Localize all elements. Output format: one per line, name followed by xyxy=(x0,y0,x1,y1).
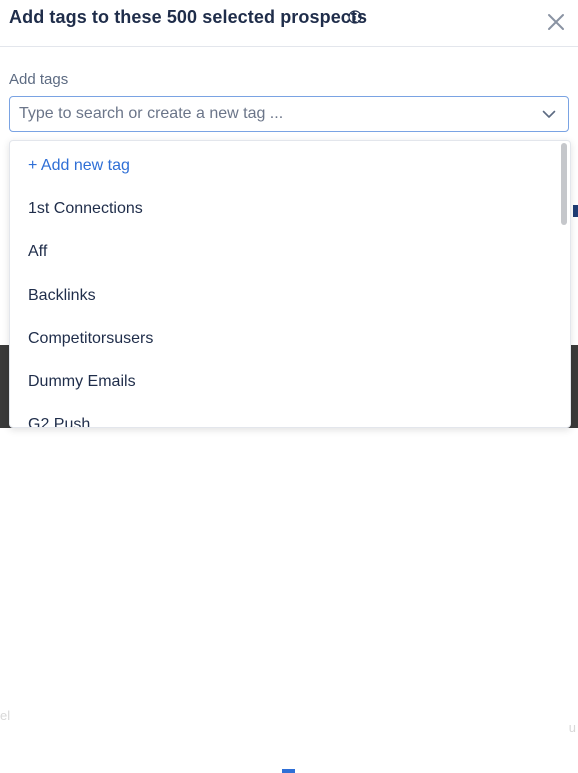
tag-option[interactable]: Aff xyxy=(28,243,47,261)
backdrop-text-left: el xyxy=(0,708,11,723)
tag-options-menu: + Add new tag 1st Connections Aff Backli… xyxy=(9,140,571,428)
tag-search-select[interactable] xyxy=(9,96,569,132)
chevron-down-icon[interactable] xyxy=(542,108,556,120)
tag-search-input[interactable] xyxy=(19,97,519,131)
tag-option[interactable]: Backlinks xyxy=(28,287,96,305)
background-edge-mark xyxy=(573,205,578,217)
dialog-header: Add tags to these 500 selected prospects xyxy=(0,0,578,47)
close-icon[interactable] xyxy=(546,12,566,32)
backdrop-accent xyxy=(282,769,295,773)
add-tags-label: Add tags xyxy=(9,71,69,88)
info-icon[interactable] xyxy=(348,10,362,24)
tag-option[interactable]: Competitorsusers xyxy=(28,330,153,348)
dialog-title: Add tags to these 500 selected prospects xyxy=(9,7,368,27)
tag-option[interactable]: Dummy Emails xyxy=(28,373,136,391)
backdrop-text-right: u xyxy=(568,720,576,735)
menu-scrollbar[interactable] xyxy=(561,143,567,225)
tag-option[interactable]: G2 Push xyxy=(28,416,90,427)
add-new-tag-option[interactable]: + Add new tag xyxy=(28,157,130,175)
tag-option[interactable]: 1st Connections xyxy=(28,200,143,218)
